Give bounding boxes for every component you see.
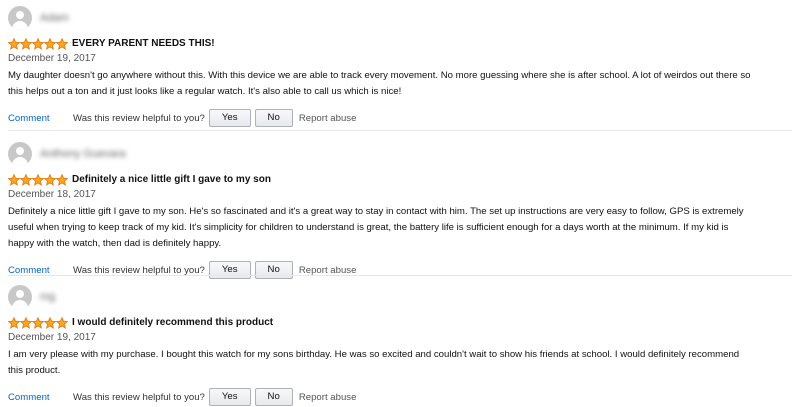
review-date: December 19, 2017 [8,332,96,343]
star-icon [44,316,56,329]
review-divider [8,275,792,276]
helpful-question: Was this review helpful to you? [73,391,205,403]
star-icon [44,173,56,186]
avatar-icon[interactable] [8,6,32,30]
helpful-yes-button[interactable]: Yes [208,109,251,127]
avatar-icon[interactable] [8,142,32,166]
comment-link[interactable]: Comment [8,113,73,124]
review-title[interactable]: I would definitely recommend this produc… [72,317,273,328]
helpful-yes-button[interactable]: Yes [208,261,251,279]
star-icon [8,37,20,50]
helpful-no-button[interactable]: No [254,388,293,406]
review-body: My daughter doesn't go anywhere without … [8,70,751,97]
review-date: December 19, 2017 [8,53,96,64]
helpful-question: Was this review helpful to you? [73,112,205,124]
star-icon [20,173,32,186]
review-divider [8,130,792,131]
reviewer-name[interactable]: Anthony Guevara [40,148,126,160]
helpful-question: Was this review helpful to you? [73,264,205,276]
review-title[interactable]: EVERY PARENT NEEDS THIS! [72,38,215,49]
star-icon [8,173,20,186]
avatar-icon[interactable] [8,285,32,309]
review-actions: Comment Was this review helpful to you? … [8,261,798,279]
comment-link[interactable]: Comment [8,392,73,403]
star-icon [32,37,44,50]
review-title[interactable]: Definitely a nice little gift I gave to … [72,174,271,185]
helpful-no-button[interactable]: No [254,109,293,127]
star-icon [32,316,44,329]
star-rating[interactable] [8,173,68,186]
star-icon [20,316,32,329]
report-abuse-link[interactable]: Report abuse [299,392,357,403]
reviewer-profile[interactable]: mg [8,283,798,311]
reviewer-profile[interactable]: Anthony Guevara [8,140,798,168]
helpful-yes-button[interactable]: Yes [208,388,251,406]
star-rating[interactable] [8,37,68,50]
review-date: December 18, 2017 [8,189,96,200]
review-card: Adam EVERY PARENT NEEDS THIS! December 1… [8,4,798,127]
star-rating[interactable] [8,316,68,329]
star-icon [32,173,44,186]
review-card: Anthony Guevara Definitely a nice little… [8,140,798,279]
review-body: Definitely a nice little gift I gave to … [8,206,744,249]
star-icon [56,316,68,329]
report-abuse-link[interactable]: Report abuse [299,265,357,276]
review-body: I am very please with my purchase. I bou… [8,349,740,376]
star-icon [56,173,68,186]
star-icon [20,37,32,50]
helpful-no-button[interactable]: No [254,261,293,279]
star-icon [44,37,56,50]
report-abuse-link[interactable]: Report abuse [299,113,357,124]
comment-link[interactable]: Comment [8,265,73,276]
star-icon [8,316,20,329]
star-icon [56,37,68,50]
reviewer-name[interactable]: Adam [40,12,69,24]
review-card: mg I would definitely recommend this pro… [8,283,798,406]
reviewer-name[interactable]: mg [40,291,55,303]
review-actions: Comment Was this review helpful to you? … [8,388,798,406]
review-actions: Comment Was this review helpful to you? … [8,109,798,127]
reviewer-profile[interactable]: Adam [8,4,798,32]
